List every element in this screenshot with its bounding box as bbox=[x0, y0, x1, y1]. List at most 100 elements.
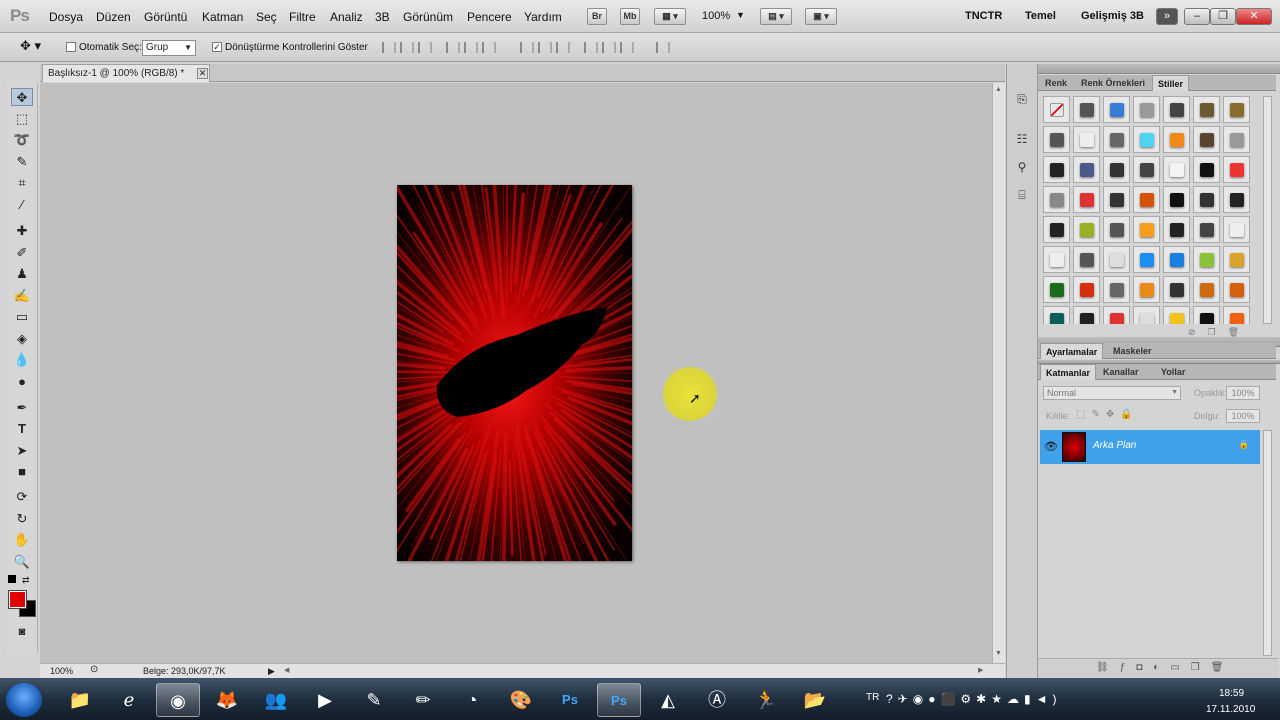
style-swatch[interactable] bbox=[1223, 156, 1250, 183]
app-icon-13[interactable]: ◭ bbox=[646, 683, 690, 717]
style-swatch[interactable] bbox=[1043, 126, 1070, 153]
style-swatch[interactable] bbox=[1163, 156, 1190, 183]
style-swatch[interactable] bbox=[1103, 216, 1130, 243]
zoom-field[interactable]: 100% bbox=[50, 666, 73, 676]
close-icon[interactable]: ✕ bbox=[1236, 8, 1272, 25]
distribute-bottom-icon[interactable] bbox=[556, 42, 570, 53]
style-swatch[interactable] bbox=[1073, 306, 1100, 324]
app-icon-9[interactable]: ◔ bbox=[450, 683, 494, 717]
style-swatch[interactable] bbox=[1043, 276, 1070, 303]
style-swatch[interactable] bbox=[1133, 306, 1160, 324]
messenger-icon[interactable]: 👥 bbox=[254, 683, 298, 717]
clone-stamp-tool-icon[interactable]: ♟ bbox=[11, 265, 33, 283]
style-swatch[interactable] bbox=[1193, 306, 1220, 324]
style-swatch[interactable] bbox=[1223, 186, 1250, 213]
scroll-up-icon[interactable]: ▲ bbox=[995, 86, 1002, 93]
align-right-icon[interactable] bbox=[482, 42, 496, 53]
firefox-icon[interactable]: 🦊 bbox=[205, 683, 249, 717]
style-swatch[interactable] bbox=[1193, 216, 1220, 243]
menu-pencere[interactable]: Pencere bbox=[467, 10, 512, 24]
style-swatch[interactable] bbox=[1193, 246, 1220, 273]
healing-brush-tool-icon[interactable]: ✚ bbox=[11, 222, 33, 240]
style-swatch[interactable] bbox=[1163, 96, 1190, 123]
style-swatch[interactable] bbox=[1223, 126, 1250, 153]
distribute-center-icon[interactable] bbox=[538, 42, 552, 53]
brush-panel-icon[interactable]: ⚲ bbox=[1012, 160, 1032, 176]
language-indicator[interactable]: TR bbox=[866, 692, 879, 703]
hand-tool-icon[interactable]: ✋ bbox=[11, 531, 33, 549]
align-bottom-icon[interactable] bbox=[418, 42, 432, 53]
style-swatch[interactable] bbox=[1223, 216, 1250, 243]
visibility-eye-icon[interactable]: 👁 bbox=[1044, 440, 1058, 453]
scroll-right-icon[interactable]: ▶ bbox=[978, 666, 983, 674]
layers-scrollbar[interactable] bbox=[1263, 430, 1272, 656]
folder-icon[interactable]: 📂 bbox=[793, 683, 837, 717]
style-swatch[interactable] bbox=[1043, 96, 1070, 123]
style-swatch[interactable] bbox=[1043, 306, 1070, 324]
style-swatch[interactable] bbox=[1043, 246, 1070, 273]
auto-select-dropdown[interactable]: Grup ▼ bbox=[142, 40, 196, 56]
quick-mask-icon[interactable]: ◙ bbox=[11, 623, 33, 641]
type-tool-icon[interactable]: T bbox=[11, 420, 33, 438]
blur-tool-icon[interactable]: 💧 bbox=[11, 351, 33, 369]
document-tab[interactable]: Başlıksız-1 @ 100% (RGB/8) * ✕ bbox=[42, 64, 210, 82]
align-vertical-center-icon[interactable] bbox=[400, 42, 414, 53]
zoom-level-select[interactable]: 100% bbox=[702, 10, 730, 22]
tab-maskeler[interactable]: Maskeler bbox=[1108, 343, 1157, 359]
workspace-tnctr[interactable]: TNCTR bbox=[965, 10, 1002, 22]
arrange-documents-button[interactable]: ▤ ▾ bbox=[760, 8, 792, 25]
style-swatch[interactable] bbox=[1043, 216, 1070, 243]
style-swatch[interactable] bbox=[1073, 276, 1100, 303]
swap-colors-icon[interactable]: ⇄ bbox=[22, 575, 30, 586]
style-swatch[interactable] bbox=[1163, 306, 1190, 324]
style-swatch[interactable] bbox=[1103, 186, 1130, 213]
style-swatch[interactable] bbox=[1133, 216, 1160, 243]
distribute-hcenter-icon[interactable] bbox=[602, 42, 616, 53]
menu-goruntu[interactable]: Görüntü bbox=[144, 10, 187, 24]
style-swatch[interactable] bbox=[1073, 156, 1100, 183]
clock-time[interactable]: 18:59 bbox=[1219, 688, 1244, 699]
zoom-tool-icon[interactable]: 🔍 bbox=[11, 553, 33, 571]
style-swatch[interactable] bbox=[1133, 126, 1160, 153]
default-colors-icon[interactable] bbox=[8, 575, 16, 583]
media-player-icon[interactable]: ▶ bbox=[303, 683, 347, 717]
style-swatch[interactable] bbox=[1043, 186, 1070, 213]
screen-mode-button[interactable]: ▣ ▾ bbox=[805, 8, 837, 25]
paint-icon[interactable]: 🎨 bbox=[499, 683, 543, 717]
photoshop-active-taskbar-icon[interactable]: Ps bbox=[597, 683, 641, 717]
style-swatch[interactable] bbox=[1073, 216, 1100, 243]
transform-controls-checkbox[interactable]: ✓ bbox=[212, 42, 222, 52]
style-swatch[interactable] bbox=[1043, 156, 1070, 183]
align-top-icon[interactable] bbox=[382, 42, 396, 53]
explorer-icon[interactable]: 📁 bbox=[58, 683, 102, 717]
tab-renk[interactable]: Renk bbox=[1040, 75, 1072, 91]
style-swatch[interactable] bbox=[1103, 126, 1130, 153]
distribute-top-icon[interactable] bbox=[520, 42, 534, 53]
3d-orbit-tool-icon[interactable]: ↻ bbox=[11, 510, 33, 528]
minibridge-button[interactable]: Mb bbox=[620, 8, 640, 25]
eraser-tool-icon[interactable]: ▭ bbox=[11, 308, 33, 326]
app-icon-8[interactable]: ✏ bbox=[401, 683, 445, 717]
bridge-button[interactable]: Br bbox=[587, 8, 607, 25]
style-swatch[interactable] bbox=[1103, 246, 1130, 273]
menu-analiz[interactable]: Analiz bbox=[330, 10, 363, 24]
style-swatch[interactable] bbox=[1133, 276, 1160, 303]
tab-ayarlamalar[interactable]: Ayarlamalar bbox=[1040, 343, 1104, 359]
style-swatch[interactable] bbox=[1223, 96, 1250, 123]
style-swatch[interactable] bbox=[1073, 186, 1100, 213]
tab-kanallar[interactable]: Kanallar bbox=[1098, 364, 1144, 380]
style-swatch[interactable] bbox=[1163, 216, 1190, 243]
app-icon-14[interactable]: Ⓐ bbox=[695, 683, 739, 717]
style-swatch[interactable] bbox=[1133, 186, 1160, 213]
opacity-field[interactable]: 100% bbox=[1226, 386, 1260, 400]
style-swatch[interactable] bbox=[1133, 96, 1160, 123]
layers-footer-icons[interactable]: ⛓ƒ◘◐▭❐🗑 bbox=[1096, 662, 1234, 673]
history-brush-tool-icon[interactable]: ✍ bbox=[11, 287, 33, 305]
style-swatch[interactable] bbox=[1073, 96, 1100, 123]
distribute-left-icon[interactable] bbox=[584, 42, 598, 53]
status-menu-arrow-icon[interactable]: ▶ bbox=[268, 666, 275, 677]
minimize-icon[interactable]: – bbox=[1184, 8, 1210, 25]
align-left-icon[interactable] bbox=[446, 42, 460, 53]
style-swatch[interactable] bbox=[1073, 246, 1100, 273]
layer-name[interactable]: Arka Plan bbox=[1093, 440, 1136, 451]
